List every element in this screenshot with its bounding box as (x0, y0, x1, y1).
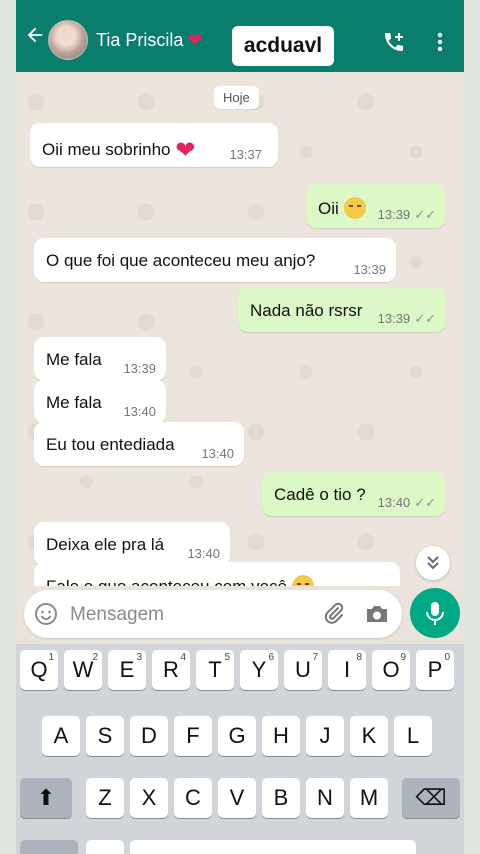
key-t[interactable]: T5 (196, 650, 234, 690)
key-e[interactable]: E3 (108, 650, 146, 690)
chat-area[interactable]: Hoje Oii meu sobrinho ❤ 13:37 Oii 13:39 ✓… (16, 72, 464, 586)
key-h[interactable]: H (262, 716, 300, 756)
key-z[interactable]: Z (86, 778, 124, 818)
keyboard: Q1 W2 E3 R4 T5 Y6 U7 I8 O9 P0 A S D F G … (16, 644, 464, 854)
more-options-icon[interactable] (430, 30, 450, 54)
add-call-icon[interactable] (382, 30, 406, 54)
camera-icon[interactable] (364, 602, 390, 626)
message-text: Nada não rsrsr (250, 301, 363, 320)
message-time: 13:39 ✓✓ (377, 311, 436, 326)
key-p[interactable]: P0 (416, 650, 454, 690)
numbers-key[interactable] (20, 840, 78, 854)
chat-header: Tia Priscila ❤ acduavl (16, 0, 464, 72)
message-time: 13:40 (123, 404, 156, 419)
message-text: Deixa ele pra lá (46, 535, 165, 554)
key-c[interactable]: C (174, 778, 212, 818)
attach-icon[interactable] (322, 602, 346, 626)
message-text: Oii (318, 197, 366, 219)
key-d[interactable]: D (130, 716, 168, 756)
key-n[interactable]: N (306, 778, 344, 818)
key-r[interactable]: R4 (152, 650, 190, 690)
message-time: 13:40 ✓✓ (377, 495, 436, 510)
message-incoming[interactable]: Eu tou entediada 13:40 (34, 422, 244, 466)
message-outgoing[interactable]: Cadê o tio ? 13:40 ✓✓ (262, 472, 446, 516)
message-outgoing[interactable]: Nada não rsrsr 13:39 ✓✓ (238, 288, 446, 332)
message-text: Eu tou entediada (46, 435, 175, 454)
heart-icon: ❤ (187, 30, 203, 50)
message-outgoing[interactable]: Oii 13:39 ✓✓ (306, 184, 446, 228)
message-text: Oii meu sobrinho ❤ (42, 137, 196, 164)
read-ticks-icon: ✓✓ (414, 495, 436, 510)
microphone-icon (426, 602, 444, 625)
message-incoming[interactable]: Oii meu sobrinho ❤ 13:37 (30, 123, 278, 167)
message-text: O que foi que aconteceu meu anjo? (46, 251, 316, 270)
message-incoming[interactable]: O que foi que aconteceu meu anjo? 13:39 (34, 238, 396, 282)
key-w[interactable]: W2 (64, 650, 102, 690)
contact-name[interactable]: Tia Priscila ❤ (96, 30, 202, 51)
message-time: 13:40 (201, 446, 234, 461)
space-key[interactable] (130, 840, 416, 854)
double-chevron-down-icon (427, 556, 439, 570)
key-q[interactable]: Q1 (20, 650, 58, 690)
key-l[interactable]: L (394, 716, 432, 756)
message-time: 13:39 (123, 361, 156, 376)
emoji-key[interactable] (86, 840, 124, 854)
key-i[interactable]: I8 (328, 650, 366, 690)
message-incoming[interactable]: Me fala 13:40 (34, 380, 166, 424)
contact-name-text: Tia Priscila (96, 30, 184, 50)
message-time: 13:40 (187, 546, 220, 561)
smile-face-emoji-icon (291, 575, 314, 586)
key-u[interactable]: U7 (284, 650, 322, 690)
message-incoming[interactable]: Me fala 13:39 (34, 337, 166, 381)
back-arrow-icon[interactable] (24, 24, 46, 46)
message-time: 13:37 (229, 147, 262, 162)
shift-key[interactable]: ⬆ (20, 778, 72, 818)
sweat-face-emoji-icon (343, 197, 366, 219)
key-s[interactable]: S (86, 716, 124, 756)
key-m[interactable]: M (350, 778, 388, 818)
whatsapp-screen: Tia Priscila ❤ acduavl Hoje Oii meu sobri… (16, 0, 464, 854)
emoji-icon[interactable] (34, 602, 58, 626)
backspace-key[interactable]: ⌫ (402, 778, 460, 818)
message-text: Cadê o tio ? (274, 485, 366, 504)
scroll-down-button[interactable] (416, 546, 450, 580)
read-ticks-icon: ✓✓ (414, 311, 436, 326)
message-text: Fale o que aconteceu com você (46, 575, 314, 586)
key-o[interactable]: O9 (372, 650, 410, 690)
read-ticks-icon: ✓✓ (414, 207, 436, 222)
message-incoming[interactable]: Fale o que aconteceu com você (34, 562, 400, 586)
key-x[interactable]: X (130, 778, 168, 818)
date-separator: Hoje (214, 86, 259, 109)
message-time: 13:39 (353, 262, 386, 277)
key-g[interactable]: G (218, 716, 256, 756)
microphone-button[interactable] (410, 588, 460, 638)
avatar[interactable] (48, 20, 88, 60)
key-y[interactable]: Y6 (240, 650, 278, 690)
key-k[interactable]: K (350, 716, 388, 756)
message-text: Me fala (46, 393, 102, 412)
heart-emoji-icon: ❤ (175, 137, 196, 164)
key-j[interactable]: J (306, 716, 344, 756)
message-text: Me fala (46, 350, 102, 369)
message-input[interactable]: Mensagem (70, 604, 164, 626)
key-a[interactable]: A (42, 716, 80, 756)
key-b[interactable]: B (262, 778, 300, 818)
overlay-tag: acduavl (232, 26, 334, 66)
key-v[interactable]: V (218, 778, 256, 818)
message-input-bar[interactable]: Mensagem (24, 590, 402, 638)
message-incoming[interactable]: Deixa ele pra lá 13:40 (34, 522, 230, 566)
message-time: 13:39 ✓✓ (377, 207, 436, 222)
key-f[interactable]: F (174, 716, 212, 756)
